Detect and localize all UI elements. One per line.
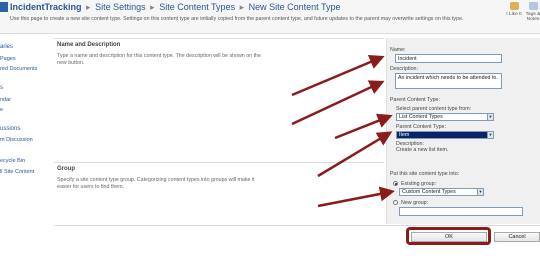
nav-item-team-discussion[interactable]: m Discussion <box>0 137 33 143</box>
breadcrumb-site-settings[interactable]: Site Settings <box>95 2 146 12</box>
parent-desc-value: Create a new list item. <box>396 147 449 153</box>
breadcrumb-current: New Site Content Type <box>248 2 341 12</box>
breadcrumb-separator: ▸ <box>86 2 91 12</box>
section-description: Type a name and description for this con… <box>57 53 261 66</box>
nav-heading-discussions[interactable]: ussions <box>0 126 20 132</box>
breadcrumb-content-types[interactable]: Site Content Types <box>159 2 235 12</box>
page-description: Use this page to create a new site conte… <box>10 16 464 22</box>
section-title: Group <box>57 166 75 172</box>
parent-content-type-label: Parent Content Type: <box>390 97 440 103</box>
name-input[interactable]: Incident <box>395 54 502 63</box>
cancel-button[interactable]: Cancel <box>494 232 540 242</box>
description-textarea[interactable]: An incident which needs to be attended t… <box>395 73 502 89</box>
input-panel: Name: Incident Description: An incident … <box>386 38 540 224</box>
thumbs-up-icon <box>509 2 519 10</box>
page-header: IncidentTracking ▸ Site Settings ▸ Site … <box>0 0 540 34</box>
new-group-radio[interactable] <box>393 200 398 205</box>
site-logo-icon[interactable] <box>0 2 8 12</box>
parent-label: Parent Content Type: <box>396 124 446 130</box>
section-title: Name and Description <box>57 42 121 48</box>
group-section: Group Specify a site content type group.… <box>54 162 384 222</box>
breadcrumb-separator: ▸ <box>239 2 245 12</box>
name-label: Name: <box>390 47 406 53</box>
nav-item-shared-documents[interactable]: red Documents <box>0 66 37 72</box>
new-group-label: New group: <box>401 200 429 206</box>
existing-group-radio[interactable] <box>393 181 398 186</box>
description-label: Description: <box>390 66 418 72</box>
nav-heading-lists[interactable]: s <box>0 85 3 91</box>
tag-icon <box>528 2 538 10</box>
breadcrumb-site[interactable]: IncidentTracking <box>10 2 82 12</box>
parent-group-select[interactable]: List Content Types ▼ <box>396 113 494 121</box>
breadcrumb-separator: ▸ <box>150 2 155 12</box>
put-into-label: Put this site content type into: <box>390 171 460 177</box>
nav-item-calendar[interactable]: ndar <box>0 97 11 103</box>
nav-item-pages[interactable]: Pages <box>0 56 16 62</box>
chevron-down-icon[interactable]: ▼ <box>487 114 493 120</box>
existing-group-select[interactable]: Custom Content Types ▼ <box>399 188 484 196</box>
parent-content-type-select[interactable]: Item ▼ <box>396 131 494 139</box>
parent-content-type-value: Item <box>399 132 410 138</box>
nav-item-recycle-bin[interactable]: ecycle Bin <box>0 158 25 164</box>
nav-item-all-site-content[interactable]: ll Site Content <box>0 169 34 175</box>
ok-annotation-box <box>406 227 491 245</box>
tags-notes-label: Tags & Notes <box>525 12 540 22</box>
breadcrumb: IncidentTracking ▸ Site Settings ▸ Site … <box>10 2 341 13</box>
chevron-down-icon[interactable]: ▼ <box>487 132 493 138</box>
new-group-input[interactable] <box>399 207 523 216</box>
section-description: Specify a site content type group. Categ… <box>57 177 255 190</box>
i-like-it-label: I Like It <box>506 12 522 17</box>
existing-group-label: Existing group: <box>401 181 437 187</box>
i-like-it-button[interactable]: I Like It <box>506 2 522 17</box>
quick-launch: aries Pages red Documents s ndar e ussio… <box>0 35 52 267</box>
tags-notes-button[interactable]: Tags & Notes <box>525 2 540 22</box>
name-description-section: Name and Description Type a name and des… <box>54 38 384 150</box>
chevron-down-icon[interactable]: ▼ <box>477 189 483 195</box>
select-parent-from-label: Select parent content type from: <box>396 106 472 112</box>
existing-group-value: Custom Content Types <box>402 189 456 195</box>
nav-heading-libraries[interactable]: aries <box>0 44 13 50</box>
parent-group-select-value: List Content Types <box>399 114 443 120</box>
nav-item-tasks[interactable]: e <box>0 107 3 113</box>
button-divider <box>54 225 540 226</box>
